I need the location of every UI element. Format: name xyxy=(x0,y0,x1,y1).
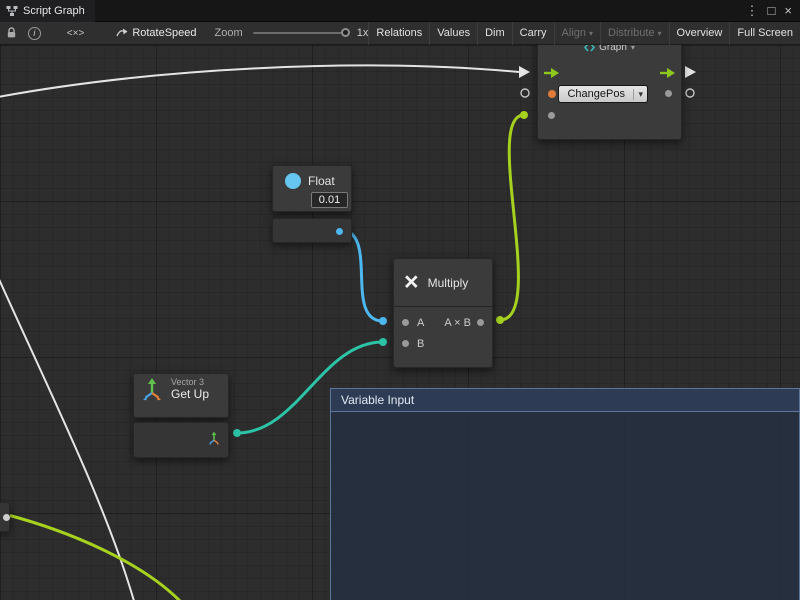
values-button[interactable]: Values xyxy=(429,22,477,45)
close-icon[interactable]: × xyxy=(784,0,792,22)
maximize-icon[interactable]: □ xyxy=(768,0,776,22)
unconnected-port-left[interactable] xyxy=(521,89,529,97)
distribute-button[interactable]: Distribute▾ xyxy=(600,22,668,45)
graph-canvas[interactable]: Variable Input xyxy=(0,45,800,600)
dim-button[interactable]: Dim xyxy=(477,22,512,45)
chevron-down-icon: ▾ xyxy=(589,29,593,38)
graph-name-label: RotateSpeed xyxy=(132,27,196,39)
wire-start-teal[interactable] xyxy=(233,429,241,437)
script-graph-window: Script Graph ⋮ □ × i <×> RotateSpeed Zoo… xyxy=(0,0,800,600)
more-menu-icon[interactable]: ⋮ xyxy=(746,0,759,22)
background-wire[interactable] xyxy=(0,277,134,600)
multiply-input-b-label: B xyxy=(417,338,424,350)
graph-node-icon xyxy=(584,45,595,53)
float-value-input[interactable] xyxy=(311,192,348,208)
float-node-title: Float xyxy=(308,174,335,188)
vector3-node-ports[interactable] xyxy=(133,422,229,458)
info-icon[interactable]: i xyxy=(28,27,41,40)
zoom-slider[interactable] xyxy=(253,32,347,34)
float-type-icon xyxy=(285,173,301,189)
graph-node-title: Graph xyxy=(599,45,627,53)
title-bar: Script Graph ⋮ □ × xyxy=(0,0,800,22)
control-wire-in[interactable] xyxy=(0,65,519,97)
float-node-ports[interactable] xyxy=(272,218,352,243)
script-graph-icon xyxy=(6,5,18,17)
vector3-icon xyxy=(140,377,164,401)
graph-breadcrumb[interactable]: RotateSpeed xyxy=(116,27,196,39)
carry-button[interactable]: Carry xyxy=(512,22,554,45)
zoom-slider-knob[interactable] xyxy=(341,28,350,37)
float-output-port[interactable] xyxy=(336,228,343,235)
wire-end-green[interactable] xyxy=(520,111,528,119)
green-wire-bottom[interactable] xyxy=(8,515,180,600)
unconnected-port-right[interactable] xyxy=(686,89,694,97)
changepos-value: ChangePos xyxy=(559,88,633,100)
graph-value-port[interactable] xyxy=(548,112,555,119)
multiply-input-a-port[interactable] xyxy=(402,319,409,326)
tab-title: Script Graph xyxy=(23,5,85,17)
window-controls: ⋮ □ × xyxy=(746,0,800,22)
control-input-port[interactable] xyxy=(544,67,560,79)
control-output-port[interactable] xyxy=(660,67,676,79)
chevron-down-icon: ▾ xyxy=(631,45,635,52)
changepos-dropdown[interactable]: ChangePos ▾ xyxy=(558,85,648,103)
multiply-to-graph-wire[interactable] xyxy=(500,115,524,320)
variable-input-header[interactable]: Variable Input xyxy=(331,389,799,412)
wire-start-green[interactable] xyxy=(496,316,504,324)
graph-asset-icon xyxy=(116,27,128,39)
multiply-node[interactable]: × Multiply A A × B B xyxy=(393,258,493,368)
multiply-icon: × xyxy=(404,270,419,295)
zoom-label: Zoom xyxy=(215,27,243,39)
multiply-output-label: A × B xyxy=(444,317,471,329)
wire-end-blue[interactable] xyxy=(379,317,387,325)
fullscreen-button[interactable]: Full Screen xyxy=(729,22,800,45)
graph-toolbar: i <×> RotateSpeed Zoom 1x Relations Valu… xyxy=(0,22,800,45)
code-preview-icon[interactable]: <×> xyxy=(67,28,85,39)
overview-button[interactable]: Overview xyxy=(669,22,730,45)
chevron-down-icon: ▾ xyxy=(658,29,662,38)
vector3-node-title: Get Up xyxy=(171,388,209,401)
wire-arrow-in xyxy=(519,66,530,78)
wire-end-teal[interactable] xyxy=(379,338,387,346)
align-button[interactable]: Align▾ xyxy=(554,22,600,45)
multiply-input-b-port[interactable] xyxy=(402,340,409,347)
lock-icon[interactable] xyxy=(6,27,17,39)
graph-right-port[interactable] xyxy=(665,90,672,97)
variable-input-title: Variable Input xyxy=(341,393,414,407)
multiply-node-title: Multiply xyxy=(428,276,469,290)
multiply-row-b: B xyxy=(394,333,492,354)
variable-input-group[interactable]: Variable Input xyxy=(330,388,800,600)
float-node[interactable]: Float xyxy=(272,165,352,212)
graph-event-node[interactable]: Graph ▾ ChangePos ▾ xyxy=(537,45,682,140)
multiply-output-port[interactable] xyxy=(477,319,484,326)
tab-script-graph[interactable]: Script Graph xyxy=(0,0,95,22)
vector3-node[interactable]: Vector 3 Get Up xyxy=(133,373,229,418)
wire-arrow-out xyxy=(685,66,696,78)
stub-port[interactable] xyxy=(3,514,10,521)
edge-node-stub[interactable] xyxy=(0,502,10,532)
multiply-input-a-label: A xyxy=(417,317,424,329)
multiply-row-a: A A × B xyxy=(394,312,492,333)
zoom-value: 1x xyxy=(357,27,369,39)
float-to-multiply-wire[interactable] xyxy=(340,230,383,321)
graph-orange-port[interactable] xyxy=(548,90,556,98)
toolbar-buttons: Relations Values Dim Carry Align▾ Distri… xyxy=(368,22,800,45)
relations-button[interactable]: Relations xyxy=(368,22,429,45)
chevron-down-icon: ▾ xyxy=(633,89,647,100)
vector3-output-port[interactable] xyxy=(207,431,221,445)
